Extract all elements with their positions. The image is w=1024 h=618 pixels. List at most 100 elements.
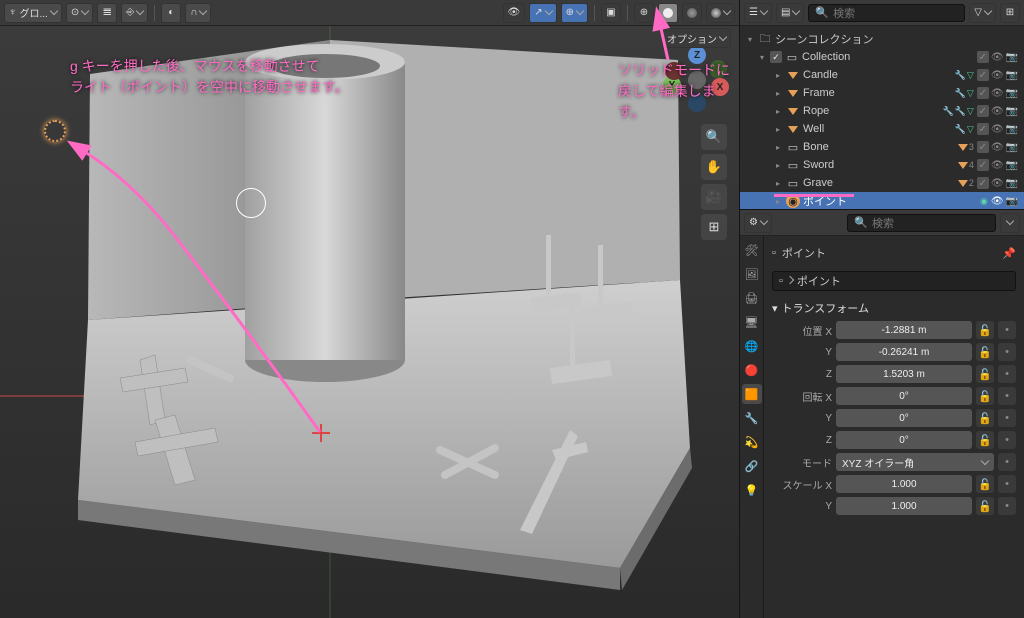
lock-icon[interactable]: 🔓 [976,321,994,339]
ptab-object[interactable]: 🟧 [742,384,762,404]
shading-solid[interactable] [658,3,678,23]
ptab-render[interactable]: 🖼 [742,264,762,284]
chevron-down-icon [81,7,89,15]
outliner-filter[interactable]: ▽ [969,3,996,23]
shading-matprev[interactable] [682,3,702,23]
outliner-display-mode[interactable]: ▤ [776,3,804,23]
proportional-toggle[interactable]: ◐ [161,3,181,23]
sphere-icon [711,8,721,18]
tree-item-grave[interactable]: ▸ ▭ Grave 2 ✓👁📷 [740,174,1024,192]
tree-item-bone[interactable]: ▸ ▭ Bone 3 ✓👁📷 [740,138,1024,156]
shading-rendered[interactable] [706,3,735,23]
ptab-output[interactable]: 🖨 [742,288,762,308]
tree-item-well[interactable]: ▸ Well 🔧▽ ✓👁📷 [740,120,1024,138]
wrench-icon: 🔧 [955,70,966,81]
viewport-3d[interactable]: ♆ グロ... ⊙ 𝌆 ⎆ ◐ ∩ 👁 ↗ ⊕ ▣ ⊕ オプション Z X [0,0,739,618]
tree-label: Candle [803,69,952,81]
properties-editor-type[interactable]: ⚙ [744,213,772,233]
tree-item-candle[interactable]: ▸ Candle 🔧▽ ✓👁📷 [740,66,1024,84]
properties-breadcrumb: ▫ ポイント 📌 [772,242,1016,264]
viewport-header: ♆ グロ... ⊙ 𝌆 ⎆ ◐ ∩ 👁 ↗ ⊕ ▣ ⊕ [0,0,739,26]
tree-scene-collection[interactable]: ▾ 🗀 シーンコレクション [740,30,1024,48]
tree-item-sword[interactable]: ▸ ▭ Sword 4 ✓👁📷 [740,156,1024,174]
gizmo-toggle[interactable]: ↗ [529,3,556,23]
3d-cursor [312,424,330,442]
outliner-editor-type[interactable]: ☰ [744,3,772,23]
orientation-dropdown[interactable]: ♆ グロ... [4,3,62,23]
scene-render [0,0,739,618]
chevron-down-icon [576,7,584,15]
ptab-tool[interactable]: 🛠 [742,240,762,260]
properties-panel: ⚙ 🔍検索 🛠 🖼 🖨 🖥 🌐 🔴 🟧 🔧 💫 🔗 💡 [740,210,1024,618]
chevron-down-icon [719,32,727,40]
rotation-mode-dropdown[interactable]: XYZ オイラー角 [836,453,994,471]
rotation-x-field[interactable]: 0° [836,387,972,405]
orientation-label: グロ... [20,5,48,20]
properties-tab-strip: 🛠 🖼 🖨 🖥 🌐 🔴 🟧 🔧 💫 🔗 💡 [740,236,764,618]
tree-item-rope[interactable]: ▸ Rope 🔧🔧▽ ✓👁📷 [740,102,1024,120]
properties-search[interactable]: 🔍検索 [847,214,996,232]
chevron-down-icon [544,7,552,15]
tree-label: シーンコレクション [775,31,1018,47]
breadcrumb-label: ポイント [782,245,826,261]
ptab-modifiers[interactable]: 🔧 [742,408,762,428]
snap-toggle[interactable]: 𝌆 [97,3,117,23]
rotation-z-field[interactable]: 0° [836,431,972,449]
shading-wireframe[interactable]: ⊕ [634,3,654,23]
proportional-dropdown[interactable]: ∩ [185,3,211,23]
xray-toggle[interactable]: ▣ [601,3,621,23]
pin-icon[interactable]: 📌 [1002,247,1016,260]
ptab-world[interactable]: 🔴 [742,360,762,380]
mesh-data-icon: ▽ [967,70,974,81]
options-label: オプション [667,31,717,46]
outliner-new-collection[interactable]: ⊞ [1000,3,1020,23]
properties-options[interactable] [1000,213,1020,233]
keyframe-dot-icon[interactable]: • [998,321,1016,339]
annotation-underline [774,194,854,197]
ptab-data[interactable]: 💡 [742,480,762,500]
ptab-constraints[interactable]: 🔗 [742,456,762,476]
search-icon: 🔍 [815,6,829,19]
object-icon: ▫ [772,247,776,259]
location-y-field[interactable]: -0.26241 m [836,343,972,361]
zoom-tool[interactable]: 🔍 [701,124,727,150]
pivot-dropdown[interactable]: ⊙ [66,3,93,23]
scale-y-field[interactable]: 1.000 [836,497,972,515]
tree-collection[interactable]: ▾ ✓ ▭ Collection ✓👁📷 [740,48,1024,66]
axis-x[interactable]: X [711,78,729,96]
rotation-y-field[interactable]: 0° [836,409,972,427]
viewport-options-dropdown[interactable]: オプション [662,28,731,48]
sphere-icon [663,8,673,18]
outliner-tree[interactable]: ▾ 🗀 シーンコレクション ▾ ✓ ▭ Collection ✓👁📷 ▸ Can… [740,26,1024,209]
light-data-icon: ◉ [980,196,988,207]
sphere-icon [687,8,697,18]
snap-dropdown[interactable]: ⎆ [121,3,148,23]
visibility-toggle[interactable]: 👁 [503,3,526,23]
tree-item-frame[interactable]: ▸ Frame 🔧▽ ✓👁📷 [740,84,1024,102]
mesh-icon [788,90,798,97]
collection-checkbox[interactable]: ✓ [770,51,782,63]
overlay-toggle[interactable]: ⊕ [561,3,588,23]
light-position-marker [44,120,66,142]
camera-tool[interactable]: 🎥 [701,184,727,210]
collection-icon: ▭ [786,140,800,154]
location-z-field[interactable]: 1.5203 m [836,365,972,383]
ptab-viewlayer[interactable]: 🖥 [742,312,762,332]
ptab-physics[interactable]: 💫 [742,432,762,452]
scale-x-field[interactable]: 1.000 [836,475,972,493]
viewport-cursor-hint [236,188,266,218]
location-x-field[interactable]: -1.2881 m [836,321,972,339]
chevron-down-icon [199,7,207,15]
object-name-field[interactable]: ▫ ポイント [772,271,1016,291]
chevron-down-icon [50,7,58,15]
transform-section-header[interactable]: ▾トランスフォーム [772,298,1016,318]
viewport-side-tools: 🔍 ✋ 🎥 ⊞ [701,124,727,240]
perspective-tool[interactable]: ⊞ [701,214,727,240]
chevron-down-icon [723,7,731,15]
axis-z[interactable]: Z [688,46,706,64]
chevron-down-icon [136,7,144,15]
ptab-scene[interactable]: 🌐 [742,336,762,356]
navigation-gizmo[interactable]: Z X Y [665,48,729,112]
pan-tool[interactable]: ✋ [701,154,727,180]
outliner-search[interactable]: 🔍検索 [808,4,965,22]
